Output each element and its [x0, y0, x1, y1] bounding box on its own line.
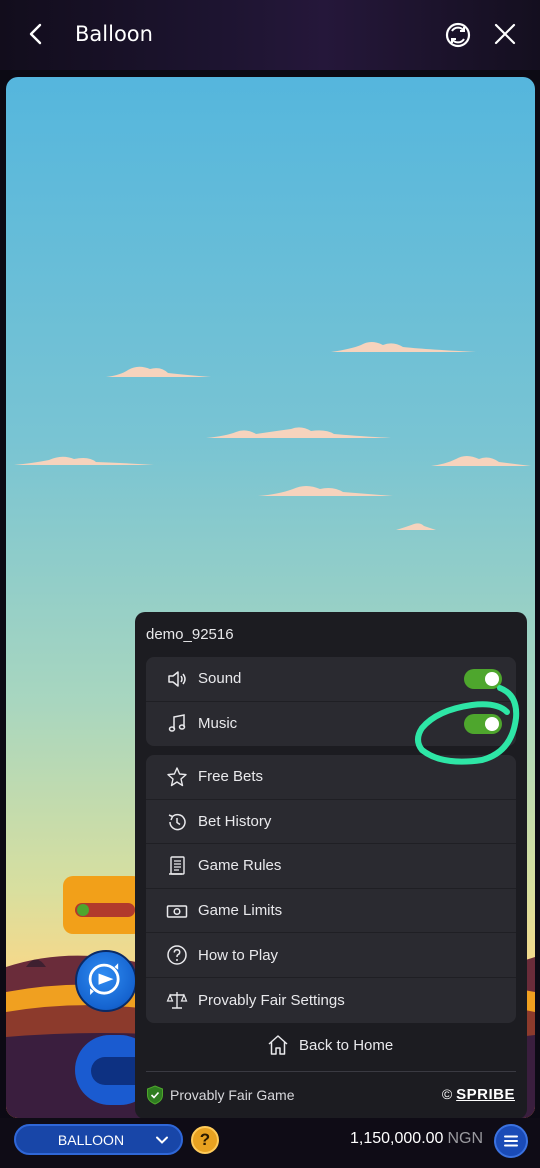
balance-amount: 1,150,000.00	[350, 1130, 444, 1147]
balance-display: 1,150,000.00 NGN	[350, 1130, 483, 1148]
hamburger-icon	[504, 1135, 518, 1147]
document-icon	[169, 856, 185, 875]
scales-icon	[166, 991, 188, 1009]
menu-item-game-limits[interactable]: Game Limits	[146, 889, 516, 934]
music-label: Music	[198, 715, 238, 733]
menu-item-bet-history[interactable]: Bet History	[146, 800, 516, 845]
help-button[interactable]: ?	[191, 1126, 219, 1154]
menu-item-free-bets[interactable]: Free Bets	[146, 755, 516, 800]
cloud	[431, 456, 531, 466]
close-icon[interactable]	[490, 19, 520, 49]
menu-item-label: Bet History	[198, 812, 272, 830]
page-title: Balloon	[75, 22, 153, 46]
game-select-label: BALLOON	[57, 1132, 125, 1148]
toggle-knob	[485, 716, 499, 731]
shield-check-icon	[147, 1085, 163, 1105]
menu-button[interactable]	[494, 1124, 528, 1158]
balance-currency: NGN	[447, 1130, 483, 1147]
star-icon	[167, 767, 187, 787]
sound-toggle[interactable]	[464, 669, 502, 689]
menu-item-label: Free Bets	[198, 768, 264, 786]
chevron-left-icon[interactable]	[22, 20, 50, 48]
banknote-icon	[166, 905, 188, 918]
top-bar: Balloon	[0, 0, 540, 70]
copyright-symbol: ©	[441, 1086, 453, 1102]
refresh-icon[interactable]	[442, 19, 474, 51]
auto-play-button[interactable]	[75, 950, 137, 1012]
back-to-home-button[interactable]: Back to Home	[146, 1032, 516, 1062]
menu-item-label: How to Play	[198, 946, 279, 964]
auto-refresh-icon	[88, 963, 120, 996]
cloud	[206, 427, 391, 438]
game-select-dropdown[interactable]: BALLOON	[14, 1124, 183, 1155]
music-toggle[interactable]	[464, 713, 502, 734]
back-to-home-label: Back to Home	[299, 1037, 394, 1054]
music-note-icon	[168, 713, 186, 732]
divider	[146, 1071, 516, 1072]
cloud	[331, 342, 476, 352]
cloud	[14, 456, 154, 465]
spribe-logo[interactable]: SPRIBE	[456, 1086, 515, 1103]
menu-item-provably-fair-settings[interactable]: Provably Fair Settings	[146, 978, 516, 1023]
cloud	[396, 523, 436, 530]
copyright: © SPRIBE	[442, 1086, 515, 1103]
chevron-down-icon	[156, 1136, 168, 1144]
cloud	[258, 486, 393, 496]
question-icon	[167, 945, 187, 966]
multiplier-badge	[63, 876, 143, 934]
username: demo_92516	[146, 626, 234, 643]
settings-panel: demo_92516 Sound Music Free Bets Bet His…	[135, 612, 527, 1119]
provably-fair-label: Provably Fair Game	[170, 1087, 295, 1103]
multiplier-dot	[77, 904, 89, 916]
menu-item-label: Game Rules	[198, 857, 282, 875]
menu-item-label: Game Limits	[198, 902, 283, 920]
menu-item-how-to-play[interactable]: How to Play	[146, 933, 516, 978]
menu-item-game-rules[interactable]: Game Rules	[146, 844, 516, 889]
menu-item-label: Provably Fair Settings	[198, 991, 345, 1009]
toggle-group: Sound Music	[146, 657, 516, 747]
music-row[interactable]: Music	[146, 702, 516, 747]
speaker-icon	[168, 671, 186, 687]
history-icon	[168, 813, 186, 830]
menu-group: Free Bets Bet History Game Rules Game Li…	[146, 755, 516, 1023]
toggle-knob	[485, 672, 499, 686]
sound-row[interactable]: Sound	[146, 657, 516, 702]
home-icon	[268, 1035, 288, 1055]
sound-label: Sound	[198, 670, 242, 688]
cloud	[106, 366, 211, 377]
